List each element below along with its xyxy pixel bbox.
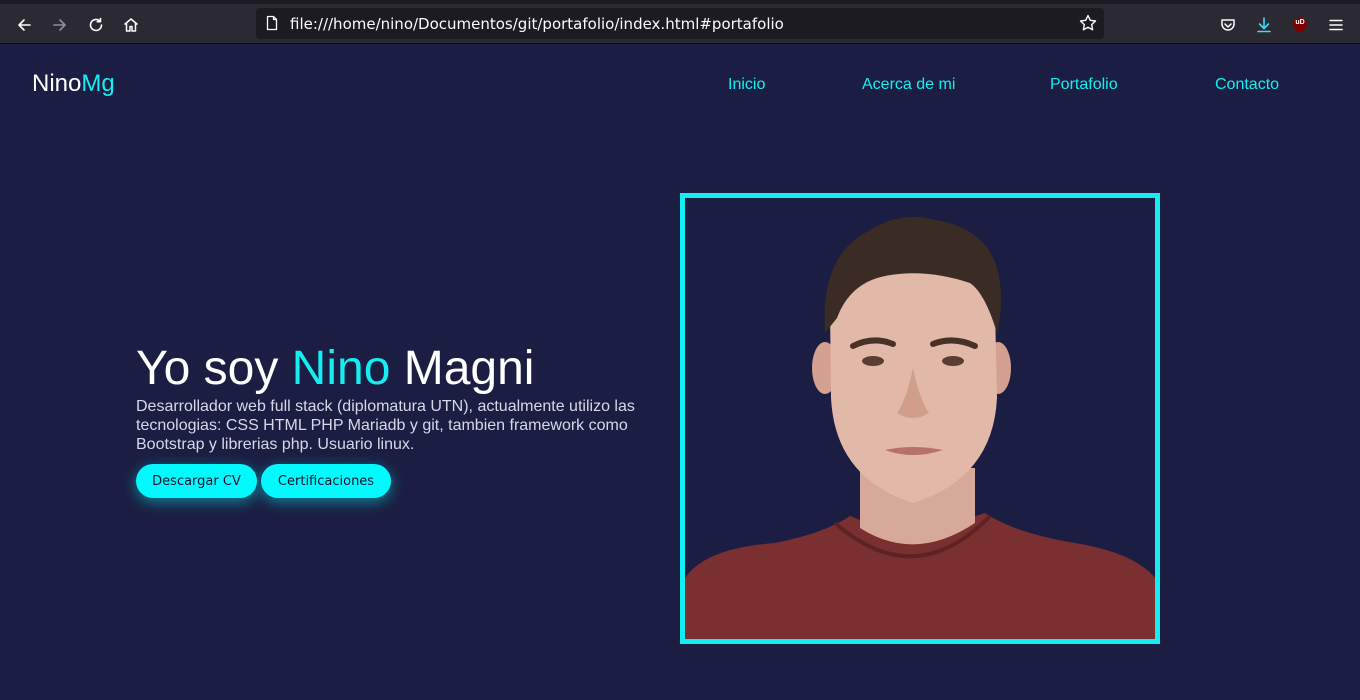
portrait-image [685,216,1155,639]
nav-link-acerca[interactable]: Acerca de mi [862,76,955,94]
download-cv-button[interactable]: Descargar CV [136,464,257,498]
profile-photo [680,193,1160,644]
url-text[interactable]: file:///home/nino/Documentos/git/portafo… [290,15,784,33]
home-icon[interactable] [118,12,144,38]
nav-link-contacto[interactable]: Contacto [1215,76,1279,94]
hero-title-accent: Nino [291,342,391,395]
brand-accent: Mg [81,70,115,97]
hero-title: Yo soy Nino Magni [136,341,534,396]
browser-toolbar: file:///home/nino/Documentos/git/portafo… [0,0,1360,44]
brand-main: Nino [32,70,82,97]
ublock-icon[interactable]: uD [1287,12,1313,38]
hero-title-post: Magni [390,342,535,395]
certifications-button[interactable]: Certificaciones [261,464,391,498]
menu-icon[interactable] [1323,12,1349,38]
pocket-icon[interactable] [1215,12,1241,38]
address-bar[interactable]: file:///home/nino/Documentos/git/portafo… [256,8,1104,39]
bookmark-star-icon[interactable] [1078,13,1098,33]
reload-icon[interactable] [83,12,109,38]
ublock-label: uD [1295,19,1305,26]
forward-icon[interactable] [47,12,73,38]
nav-link-portafolio[interactable]: Portafolio [1050,76,1118,94]
back-icon[interactable] [11,12,37,38]
download-icon[interactable] [1251,12,1277,38]
hero-title-pre: Yo soy [136,342,292,395]
hero-description: Desarrollador web full stack (diplomatur… [136,398,635,453]
nav-link-inicio[interactable]: Inicio [728,76,765,94]
site-logo[interactable]: NinoMg [32,70,115,98]
page-icon [266,15,278,31]
